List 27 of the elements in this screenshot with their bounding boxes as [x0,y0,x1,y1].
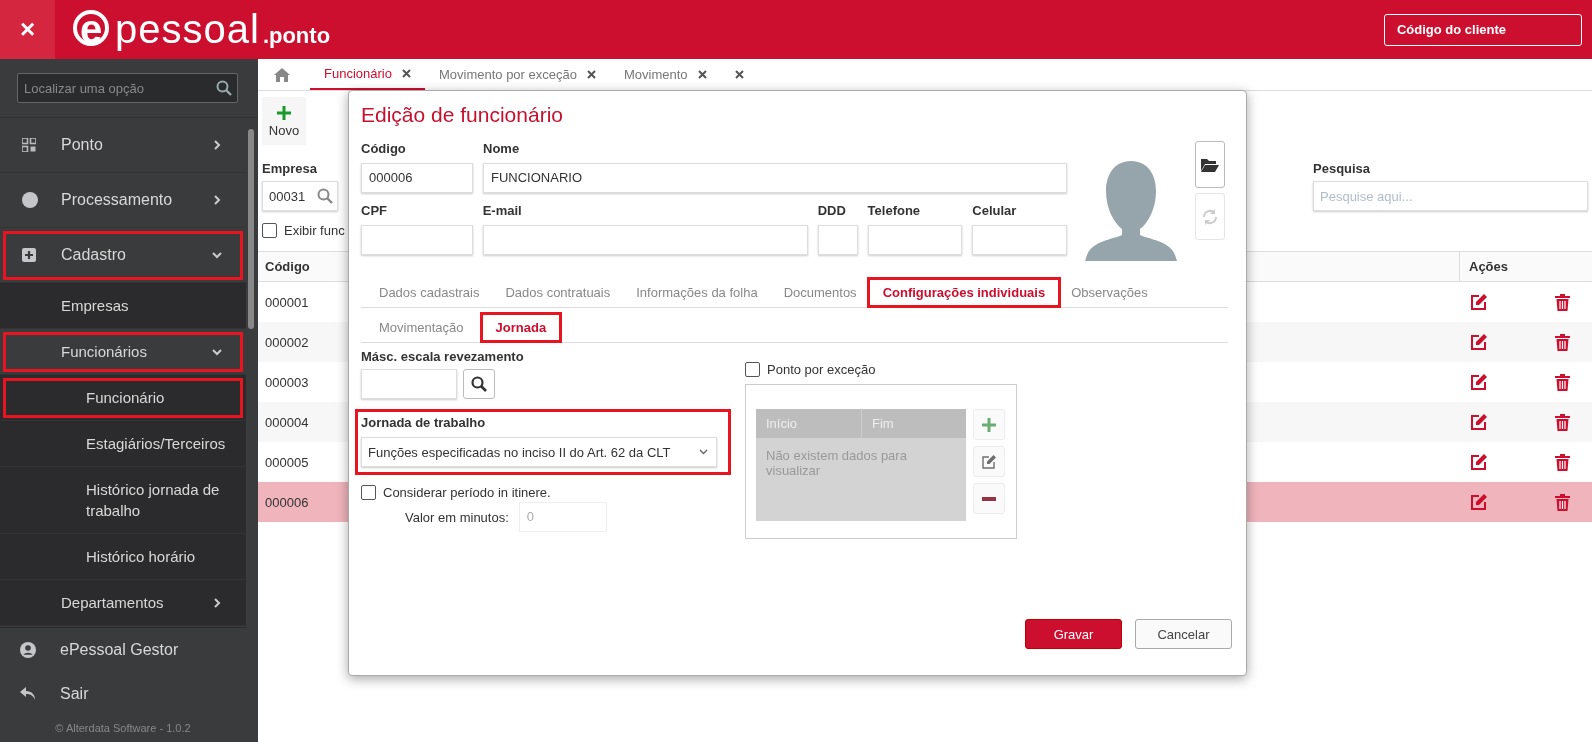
field-label: Código [361,141,407,156]
field-label: Valor em minutos: [405,509,509,525]
field-label: DDD [817,203,847,218]
table-cell-text: 000004 [264,414,309,430]
table-cell-text: 000005 [264,454,309,470]
copyright-text: © Alterdata Software - 1.0.2 [54,721,192,736]
field-label: E-mail [482,203,523,218]
logo: e pessoal.ponto [73,7,331,52]
field-label: Celular [972,203,1018,218]
table-cell-text: 000001 [264,294,309,310]
empty-message: Não existem dados para visualizar [765,447,908,478]
checkbox-label: Ponto por exceção [767,362,876,377]
checkbox-label: Considerar período in itinere. [383,485,551,500]
table-cell-text: 000003 [264,374,309,390]
field-label: Jornada de trabalho [361,415,487,430]
field-label: CPF [361,203,388,218]
checkbox-label: Exibir func [284,223,345,238]
field-label: Empresa [262,161,318,176]
table-cell-text: 000002 [264,334,309,350]
field-label: Másc. escala revezamento [361,349,525,364]
field-label: Nome [483,141,521,156]
column-header: Ações [1459,252,1592,281]
column-header: Código [264,259,310,274]
dialog-title: Edição de funcionário [361,103,564,127]
field-label: Pesquisa [1313,161,1372,176]
table-cell-text: 000006 [264,494,309,510]
field-label: Telefone [867,203,922,218]
